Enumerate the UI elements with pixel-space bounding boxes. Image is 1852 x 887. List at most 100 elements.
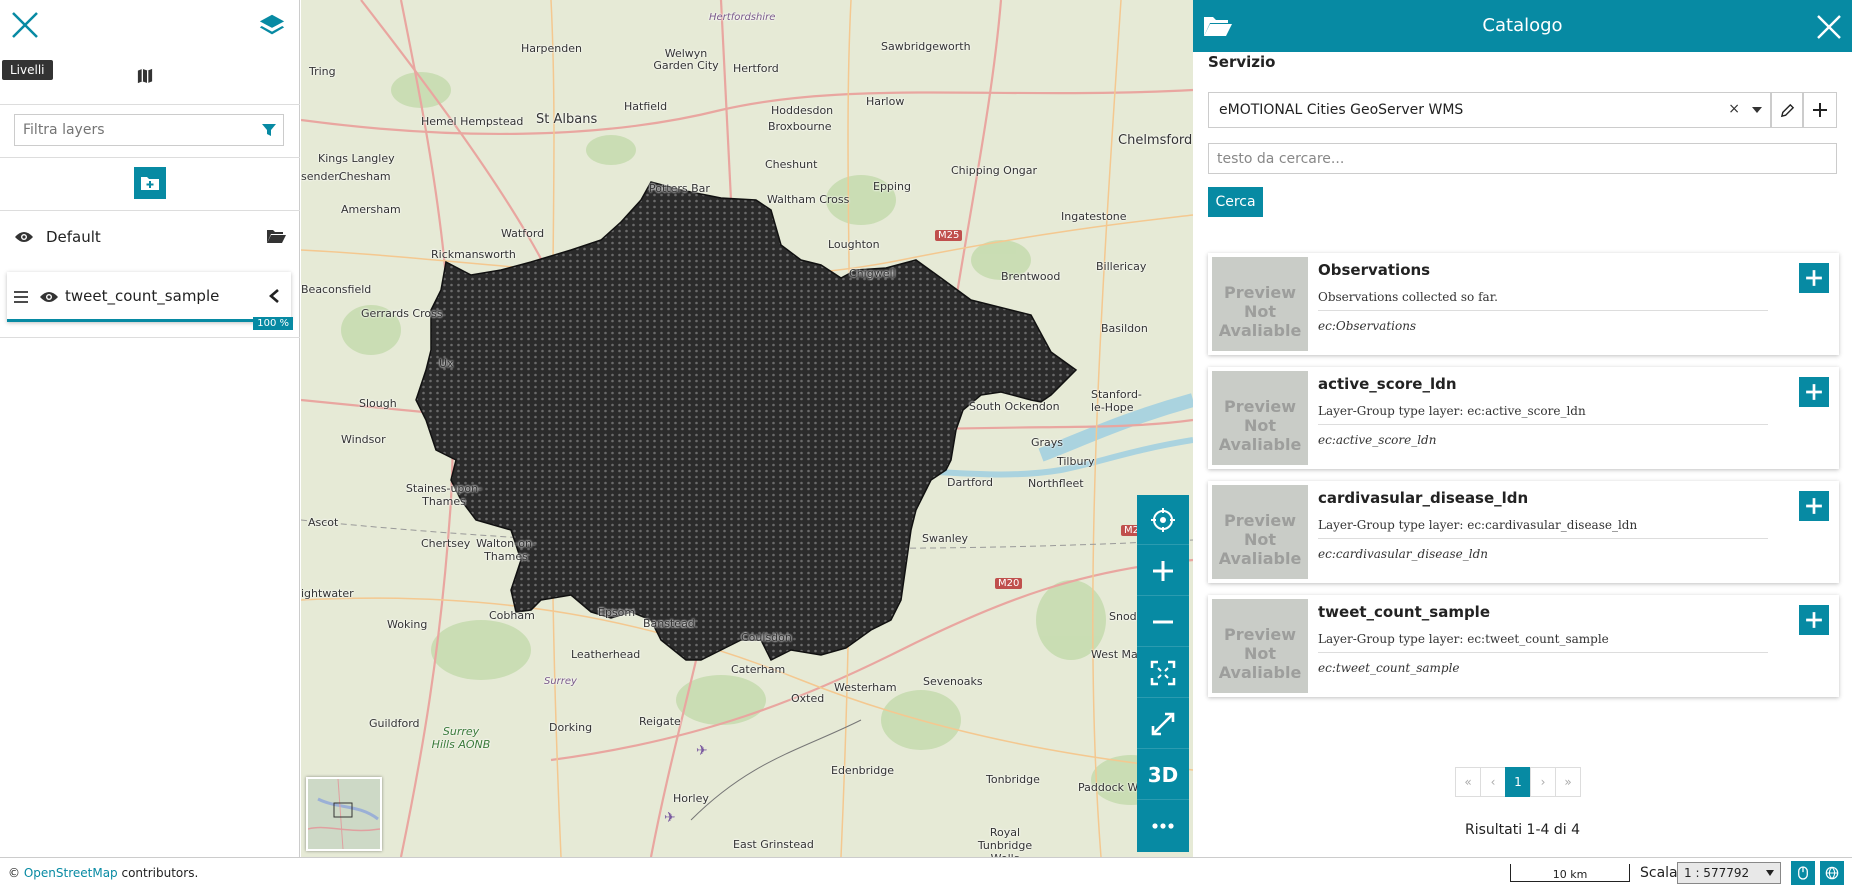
map-label: Welwyn Garden City	[653, 47, 719, 72]
catalog-search-field[interactable]	[1208, 143, 1837, 174]
preview-thumbnail: Preview Not Avaliable	[1212, 257, 1308, 351]
record-title: active_score_ldn	[1318, 375, 1457, 393]
folder-open-icon[interactable]	[266, 228, 286, 244]
chevron-left-icon[interactable]	[267, 288, 281, 304]
add-service-button[interactable]	[1803, 92, 1837, 128]
attribution-suffix: contributors.	[117, 866, 199, 880]
page-first[interactable]: «	[1455, 767, 1481, 797]
map-label: South Ockendon	[969, 400, 1060, 413]
divider	[0, 104, 300, 105]
locate-button[interactable]	[1137, 495, 1189, 545]
zoom-in-button[interactable]	[1137, 546, 1189, 596]
record-name: ec:cardivasular_disease_ldn	[1318, 547, 1488, 561]
map-label: Hoddesdon	[771, 104, 834, 117]
fullscreen-button[interactable]	[1137, 699, 1189, 749]
crs-selector-button[interactable]	[1820, 861, 1844, 885]
eye-icon[interactable]	[14, 230, 34, 244]
map-label: Slough	[359, 397, 397, 410]
map-label: Hertford	[733, 62, 779, 75]
scale-select[interactable]: 1 : 577792	[1677, 862, 1781, 884]
group-label: Default	[46, 228, 101, 246]
zoom-to-extent-button[interactable]	[1137, 648, 1189, 698]
add-group-button[interactable]	[134, 167, 166, 199]
map-label: Harlow	[866, 95, 905, 108]
overview-minimap[interactable]	[306, 777, 382, 851]
catalog-search-input[interactable]	[1209, 144, 1836, 173]
locate-icon	[1151, 507, 1175, 532]
map-label: Stanford-le-Hope	[1091, 388, 1142, 414]
map-label: Caterham	[731, 663, 786, 676]
close-icon[interactable]	[1816, 14, 1842, 40]
map-label: Sevenoaks	[923, 675, 983, 688]
map-label: Woking	[387, 618, 428, 631]
page-prev[interactable]: ‹	[1480, 767, 1506, 797]
service-value: eMOTIONAL Cities GeoServer WMS	[1219, 102, 1464, 118]
map-label: Ux	[439, 357, 454, 370]
preview-thumbnail: Preview Not Avaliable	[1212, 485, 1308, 579]
map-label: Tonbridge	[986, 773, 1040, 786]
page-next[interactable]: ›	[1530, 767, 1556, 797]
record-description: Observations collected so far.	[1318, 290, 1768, 311]
close-icon[interactable]	[10, 10, 40, 40]
page-current[interactable]: 1	[1505, 767, 1531, 797]
map-label: Chesham	[339, 170, 391, 183]
3d-button[interactable]: 3D	[1137, 750, 1189, 800]
catalog-title: Catalogo	[1482, 15, 1563, 36]
add-layer-button[interactable]	[1799, 377, 1829, 407]
plus-icon	[1806, 384, 1822, 400]
filter-layers-field[interactable]	[14, 114, 284, 146]
results-count: Risultati 1-4 di 4	[1464, 822, 1581, 838]
record-title: cardivasular_disease_ldn	[1318, 489, 1529, 507]
map-label: Banstead	[643, 617, 695, 630]
map-label: Waltham Cross	[767, 193, 850, 206]
eye-icon[interactable]	[39, 290, 59, 304]
map-label: Tring	[309, 65, 336, 78]
catalog-record: Preview Not Avaliable Observations Obser…	[1208, 253, 1839, 355]
search-button[interactable]: Cerca	[1208, 187, 1263, 217]
map-label: Windsor	[341, 433, 386, 446]
page-last[interactable]: »	[1555, 767, 1581, 797]
chevron-down-icon[interactable]	[1752, 107, 1762, 113]
drag-handle-icon[interactable]	[13, 290, 29, 304]
pagination: « ‹ 1 › »	[1455, 767, 1581, 797]
layer-group-default[interactable]: Default	[0, 222, 300, 252]
opacity-slider[interactable]	[7, 319, 291, 322]
service-select[interactable]: eMOTIONAL Cities GeoServer WMS ×	[1208, 92, 1771, 128]
filter-layers-input[interactable]	[15, 115, 245, 145]
app: Livelli Default	[0, 0, 1852, 887]
record-name: ec:active_score_ldn	[1318, 433, 1437, 447]
plus-icon	[1813, 103, 1827, 117]
map-label: Snod	[1109, 610, 1137, 623]
map-label: Epsom	[598, 606, 636, 619]
map-legend-icon[interactable]	[137, 68, 155, 86]
scale-label: Scala:	[1640, 865, 1683, 881]
road-badge: M20	[995, 578, 1023, 589]
map-label: Chertsey	[421, 537, 471, 550]
record-title: Observations	[1318, 261, 1431, 279]
map-label: Cheshunt	[765, 158, 818, 171]
map-label: Kings Langley	[318, 152, 395, 165]
map-label: Ingatestone	[1061, 210, 1127, 223]
scale-bar: 10 km	[1510, 864, 1630, 882]
add-layer-button[interactable]	[1799, 263, 1829, 293]
layers-icon[interactable]	[258, 12, 288, 42]
map-label: Coulsdon	[741, 631, 792, 644]
clear-icon[interactable]: ×	[1728, 101, 1740, 117]
mouse-position-button[interactable]	[1791, 861, 1815, 885]
zoom-out-button[interactable]	[1137, 597, 1189, 647]
edit-service-button[interactable]	[1771, 92, 1803, 128]
map-label: Broxbourne	[768, 120, 832, 133]
osm-link[interactable]: OpenStreetMap	[24, 866, 118, 880]
map-label: Leatherhead	[571, 648, 641, 661]
map-label: Grays	[1031, 436, 1064, 449]
map-canvas[interactable]: ✈ ✈ Hertfordshire Harpenden Welwyn Garde…	[301, 0, 1193, 857]
preview-text: Preview Not Avaliable	[1218, 397, 1302, 454]
add-layer-button[interactable]	[1799, 605, 1829, 635]
more-button[interactable]	[1137, 801, 1189, 851]
svg-text:✈: ✈	[696, 743, 708, 759]
add-layer-button[interactable]	[1799, 491, 1829, 521]
plus-icon	[1806, 270, 1822, 286]
layer-item-tweet-count-sample[interactable]: tweet_count_sample 100 %	[7, 272, 293, 330]
map-label: Basildon	[1101, 322, 1148, 335]
map-label: Swanley	[922, 532, 969, 545]
